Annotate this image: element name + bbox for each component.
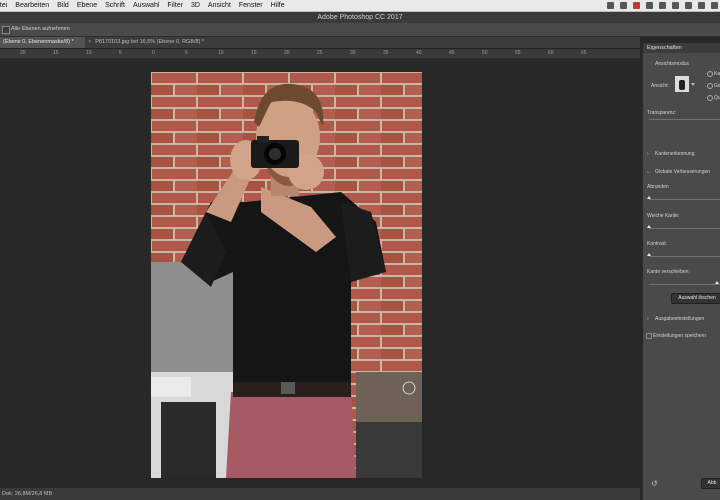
shift-edge-slider-thumb[interactable] bbox=[715, 281, 719, 284]
clear-selection-button[interactable]: Auswahl löschen bbox=[671, 293, 720, 304]
smooth-slider-thumb[interactable] bbox=[647, 196, 651, 199]
ruler-mark: 30 bbox=[350, 50, 356, 56]
view-option-radio[interactable] bbox=[707, 95, 713, 101]
tray-icon[interactable] bbox=[685, 2, 692, 9]
view-label: Ansicht: bbox=[651, 83, 669, 89]
document-tabs: (Ebene 0, Ebenenmaske/8) * × P8170103.jpg… bbox=[0, 37, 640, 49]
ruler-mark: 20 bbox=[20, 50, 26, 56]
view-option-radio[interactable] bbox=[707, 71, 713, 77]
ruler-mark: 10 bbox=[218, 50, 224, 56]
ruler-mark: 45 bbox=[449, 50, 455, 56]
menu-item[interactable]: Hilfe bbox=[271, 0, 285, 11]
ruler-mark: 5 bbox=[185, 50, 188, 56]
transparency-label: Transparenz: bbox=[647, 110, 677, 116]
menu-item[interactable]: Fenster bbox=[239, 0, 263, 11]
shift-edge-slider[interactable] bbox=[649, 284, 720, 285]
tray-icon[interactable] bbox=[646, 2, 653, 9]
properties-panel: Eigenschaften Ansichtsmodus Ansicht: Ka … bbox=[642, 43, 720, 500]
menu-item[interactable]: Ebene bbox=[77, 0, 97, 11]
panel-title: Eigenschaften bbox=[647, 45, 682, 51]
ok-button[interactable]: Abb bbox=[701, 478, 720, 489]
ruler-mark: 15 bbox=[251, 50, 257, 56]
tray-icon[interactable] bbox=[607, 2, 614, 9]
horizontal-ruler: 20 15 10 5 0 5 10 15 20 25 30 35 40 45 50 55 60 65 bbox=[0, 49, 640, 59]
window-title: Adobe Photoshop CC 2017 bbox=[0, 12, 720, 23]
tray-icon[interactable] bbox=[620, 2, 627, 9]
ruler-mark: 10 bbox=[86, 50, 92, 56]
photo-image bbox=[151, 72, 422, 478]
panel-header: Eigenschaften bbox=[643, 43, 720, 53]
tray-icon[interactable] bbox=[698, 2, 705, 9]
contrast-label: Kontrast: bbox=[647, 241, 668, 247]
remember-settings-checkbox[interactable] bbox=[646, 333, 652, 339]
remember-settings-label: Einstellungen speichern bbox=[653, 333, 707, 339]
transparency-slider[interactable] bbox=[649, 119, 720, 120]
close-icon[interactable]: × bbox=[88, 39, 91, 45]
ruler-mark: 65 bbox=[581, 50, 587, 56]
view-option-label: Ka bbox=[714, 71, 720, 77]
view-thumbnail[interactable] bbox=[675, 76, 689, 92]
global-refinements-label[interactable]: Globale Verbesserungen bbox=[655, 169, 710, 175]
ruler-mark: 0 bbox=[152, 50, 155, 56]
ruler-mark: 5 bbox=[119, 50, 122, 56]
document-tab[interactable]: × P8170103.jpg bei 16,5% (Ebene 0, RGB/8)… bbox=[85, 37, 238, 48]
document-tab[interactable]: (Ebene 0, Ebenenmaske/8) * bbox=[0, 37, 85, 48]
menu-item[interactable]: Bearbeiten bbox=[15, 0, 49, 11]
menu-item[interactable]: Filter bbox=[167, 0, 183, 11]
ruler-mark: 15 bbox=[53, 50, 59, 56]
ruler-mark: 20 bbox=[284, 50, 290, 56]
menu-item[interactable]: 3D bbox=[191, 0, 200, 11]
ruler-mark: 50 bbox=[482, 50, 488, 56]
menu-item[interactable]: Auswahl bbox=[133, 0, 159, 11]
menu-bar: atei Bearbeiten Bild Ebene Schrift Auswahl Fil… bbox=[0, 0, 720, 12]
status-bar: Dok: 26,8M/26,8 MB bbox=[0, 488, 640, 500]
ruler-mark: 40 bbox=[416, 50, 422, 56]
chevron-down-icon[interactable] bbox=[691, 83, 695, 86]
contrast-slider[interactable] bbox=[649, 256, 720, 257]
document-size: Dok: 26,8M/26,8 MB bbox=[2, 491, 53, 497]
feather-slider[interactable] bbox=[649, 228, 720, 229]
view-mode-label: Ansichtsmodus bbox=[655, 61, 689, 67]
tray-icon[interactable] bbox=[633, 2, 640, 9]
tray-icon[interactable] bbox=[659, 2, 666, 9]
photo-canvas[interactable] bbox=[151, 72, 422, 478]
collapse-icon[interactable]: ⌄ bbox=[646, 169, 650, 175]
system-tray bbox=[601, 2, 718, 12]
tray-icon[interactable] bbox=[672, 2, 679, 9]
view-option-label: Ge bbox=[714, 83, 720, 89]
tray-icon[interactable] bbox=[711, 2, 718, 9]
options-bar: Alle Ebenen aufnehmen bbox=[0, 23, 720, 37]
view-option-label: Qu bbox=[714, 95, 720, 101]
feather-slider-thumb[interactable] bbox=[647, 225, 651, 228]
edge-detection-label[interactable]: Kantenerkennung bbox=[655, 151, 694, 157]
reset-icon[interactable]: ↺ bbox=[651, 480, 658, 488]
ruler-mark: 60 bbox=[548, 50, 554, 56]
expand-icon[interactable]: › bbox=[647, 151, 649, 157]
tab-label: P8170103.jpg bei 16,5% (Ebene 0, RGB/8) … bbox=[95, 39, 205, 45]
smooth-label: Abrunden bbox=[647, 184, 669, 190]
sample-all-layers-label: Alle Ebenen aufnehmen bbox=[11, 26, 70, 32]
ruler-mark: 25 bbox=[317, 50, 323, 56]
feather-label: Weiche Kante: bbox=[647, 213, 680, 219]
menu-item[interactable]: Schrift bbox=[105, 0, 125, 11]
contrast-slider-thumb[interactable] bbox=[647, 253, 651, 256]
view-option-radio[interactable] bbox=[707, 83, 713, 89]
ruler-mark: 35 bbox=[383, 50, 389, 56]
smooth-slider[interactable] bbox=[649, 199, 720, 200]
sample-all-layers-checkbox[interactable] bbox=[2, 26, 10, 34]
menu-item[interactable]: Ansicht bbox=[208, 0, 231, 11]
shift-edge-label: Kante verschieben: bbox=[647, 269, 690, 275]
expand-icon[interactable]: › bbox=[647, 316, 649, 322]
ruler-mark: 55 bbox=[515, 50, 521, 56]
output-settings-label[interactable]: Ausgabeeinstellungen bbox=[655, 316, 704, 322]
menu-item[interactable]: atei bbox=[0, 0, 7, 11]
menu-item[interactable]: Bild bbox=[57, 0, 69, 11]
tab-label: (Ebene 0, Ebenenmaske/8) * bbox=[3, 39, 74, 45]
